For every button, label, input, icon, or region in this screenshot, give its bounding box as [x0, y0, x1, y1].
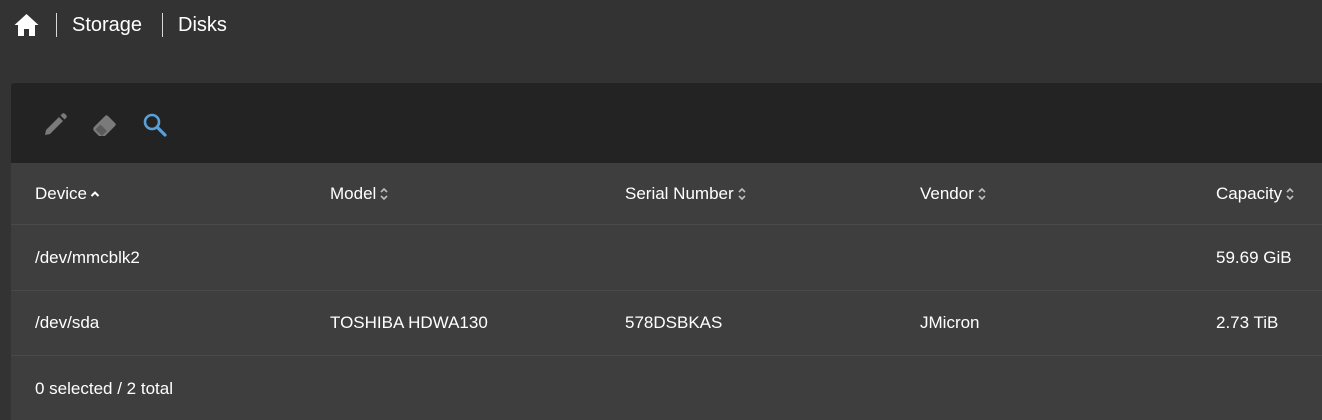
cell-serial-number: 578DSBKAS — [625, 313, 723, 332]
sort-icon — [737, 187, 747, 201]
cell-model: TOSHIBA HDWA130 — [330, 313, 488, 332]
breadcrumb-storage[interactable]: Storage — [72, 13, 142, 37]
cell-capacity: 2.73 TiB — [1216, 313, 1279, 332]
sort-icon — [1285, 187, 1295, 201]
table-row[interactable]: /dev/sda TOSHIBA HDWA130 578DSBKAS JMicr… — [11, 291, 1322, 356]
table-header: Device Model Serial Number Vendor Capaci… — [11, 163, 1322, 225]
table-row[interactable]: /dev/mmcblk2 59.69 GiB — [11, 226, 1322, 291]
cell-device: /dev/sda — [35, 313, 100, 332]
sort-icon — [977, 187, 987, 201]
pencil-icon[interactable] — [41, 111, 69, 139]
disks-panel: Device Model Serial Number Vendor Capaci… — [11, 83, 1322, 420]
selection-status: 0 selected / 2 total — [35, 379, 173, 398]
column-header-capacity[interactable]: Capacity — [1216, 163, 1295, 225]
toolbar — [11, 83, 1322, 163]
cell-capacity: 59.69 GiB — [1216, 248, 1292, 267]
home-icon[interactable] — [14, 13, 39, 37]
breadcrumb-separator — [162, 13, 163, 37]
column-header-serial-number[interactable]: Serial Number — [625, 163, 747, 225]
cell-device: /dev/mmcblk2 — [35, 248, 140, 267]
cell-vendor: JMicron — [920, 313, 980, 332]
search-icon[interactable] — [141, 111, 169, 139]
column-header-device[interactable]: Device — [35, 163, 100, 225]
sort-ascending-icon — [90, 187, 100, 201]
breadcrumb-disks: Disks — [178, 14, 227, 36]
column-header-vendor[interactable]: Vendor — [920, 163, 987, 225]
breadcrumb-separator — [56, 13, 57, 37]
eraser-icon[interactable] — [91, 111, 119, 139]
column-header-model[interactable]: Model — [330, 163, 389, 225]
sort-icon — [379, 187, 389, 201]
